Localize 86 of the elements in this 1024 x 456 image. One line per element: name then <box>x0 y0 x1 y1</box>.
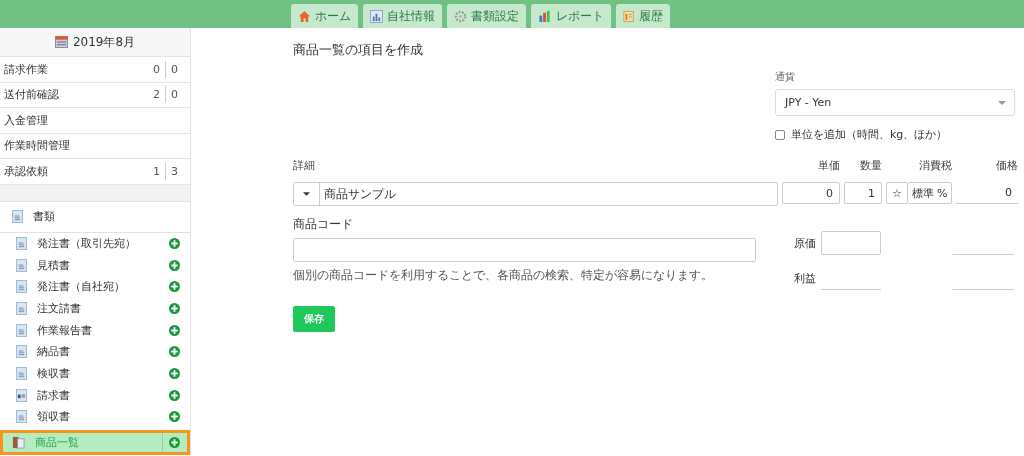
cost-field[interactable] <box>821 231 881 255</box>
price-field: 0 <box>956 182 1018 204</box>
document-item[interactable]: 作業報告書 <box>0 319 190 341</box>
nav-tab[interactable]: 書類設定 <box>447 4 526 28</box>
task-link[interactable]: 送付前確認 <box>4 87 59 103</box>
document-item[interactable]: 注文請書 <box>0 297 190 320</box>
task-link[interactable]: 入金管理 <box>4 112 48 128</box>
add-icon[interactable] <box>169 389 180 401</box>
document-label: 見積書 <box>37 257 71 273</box>
product-code-field[interactable] <box>293 238 756 262</box>
add-icon[interactable] <box>169 411 180 423</box>
document-icon <box>16 323 27 337</box>
document-label: 発注書（自社宛） <box>37 279 126 295</box>
gear-icon <box>454 9 467 23</box>
add-icon[interactable] <box>169 237 180 249</box>
document-icon <box>16 301 27 315</box>
document-icon <box>12 210 23 223</box>
document-item[interactable]: 納品書 <box>0 340 190 363</box>
document-item[interactable]: 領収書 <box>0 406 190 428</box>
checkbox[interactable] <box>775 129 785 140</box>
document-label: 請求書 <box>37 387 71 403</box>
tax-star-button[interactable]: ☆ <box>886 182 908 204</box>
product-code-label: 商品コード <box>293 216 354 233</box>
document-icon <box>16 366 27 380</box>
document-label: 作業報告書 <box>37 322 93 338</box>
add-icon[interactable] <box>169 324 180 336</box>
document-item[interactable]: 検収書 <box>0 362 190 385</box>
document-icon <box>16 236 27 250</box>
document-icon <box>16 345 27 359</box>
column-header: 詳細 <box>293 158 316 173</box>
month-label: 2019年8月 <box>72 33 136 51</box>
profit-label: 利益 <box>793 270 817 286</box>
unit-price-field[interactable]: 0 <box>782 182 840 204</box>
task-link[interactable]: 作業時間管理 <box>4 138 70 154</box>
caret-icon <box>998 100 1006 105</box>
add-icon[interactable] <box>169 367 180 379</box>
document-label: 注文請書 <box>37 300 82 316</box>
task-count: 0 <box>152 61 161 78</box>
column-header: 単価 <box>817 158 840 173</box>
task-count: 2 <box>152 87 161 104</box>
add-icon[interactable] <box>169 346 180 358</box>
section-title: 書類 <box>33 209 55 224</box>
document-item[interactable]: 発注書（自社宛） <box>0 275 190 298</box>
calendar-icon <box>54 36 68 48</box>
document-icon <box>16 410 27 424</box>
task-count: 3 <box>165 162 178 180</box>
task-link[interactable]: 承認依頼 <box>4 163 48 179</box>
task-count: 0 <box>165 60 178 78</box>
column-header: 価格 <box>995 158 1018 173</box>
bar-chart-icon <box>538 9 552 23</box>
task-link[interactable]: 請求作業 <box>4 61 48 77</box>
nav-tab[interactable]: レポート <box>531 4 611 28</box>
document-label: 発注書（取引先宛） <box>37 235 137 251</box>
add-icon[interactable] <box>169 259 180 271</box>
nav-tab[interactable]: 自社情報 <box>363 4 442 28</box>
document-icon <box>16 388 27 402</box>
add-icon[interactable] <box>169 302 180 314</box>
document-item[interactable]: 見積書 <box>0 254 190 276</box>
document-item[interactable]: 発注書（取引先宛） <box>0 232 190 255</box>
nav-tab[interactable]: ホーム <box>291 4 358 28</box>
document-label: 納品書 <box>37 344 71 360</box>
cost-label: 原価 <box>793 235 817 251</box>
quantity-field[interactable]: 1 <box>844 182 882 204</box>
document-item[interactable]: 請求書 <box>0 384 190 406</box>
column-header: 数量 <box>859 158 882 173</box>
document-icon <box>16 258 27 272</box>
document-icon <box>623 9 635 23</box>
book-icon <box>12 435 25 449</box>
column-header: 消費税 <box>918 158 952 173</box>
document-label: 商品一覧 <box>35 434 80 450</box>
currency-select[interactable]: JPY - Yen <box>775 89 1015 116</box>
bar-chart-icon <box>370 9 383 23</box>
document-icon <box>16 280 27 294</box>
help-text: 個別の商品コードを利用することで、各商品の検索、特定が容易になります。 <box>293 267 714 284</box>
document-label: 検収書 <box>37 365 71 381</box>
task-count: 1 <box>152 163 161 180</box>
task-count: 0 <box>165 86 178 104</box>
document-label: 領収書 <box>37 409 71 425</box>
add-icon[interactable] <box>169 281 180 293</box>
checkbox-label: 単位を追加（時間、kg、ほか） <box>791 127 948 142</box>
currency-label: 通貨 <box>775 70 796 84</box>
tax-rate-field[interactable]: 標準 % <box>908 182 952 204</box>
house-icon <box>298 9 311 23</box>
nav-tab[interactable]: 履歴 <box>616 4 670 28</box>
description-field[interactable]: 商品サンプル <box>293 182 778 206</box>
page-title: 商品一覧の項目を作成 <box>293 41 424 59</box>
